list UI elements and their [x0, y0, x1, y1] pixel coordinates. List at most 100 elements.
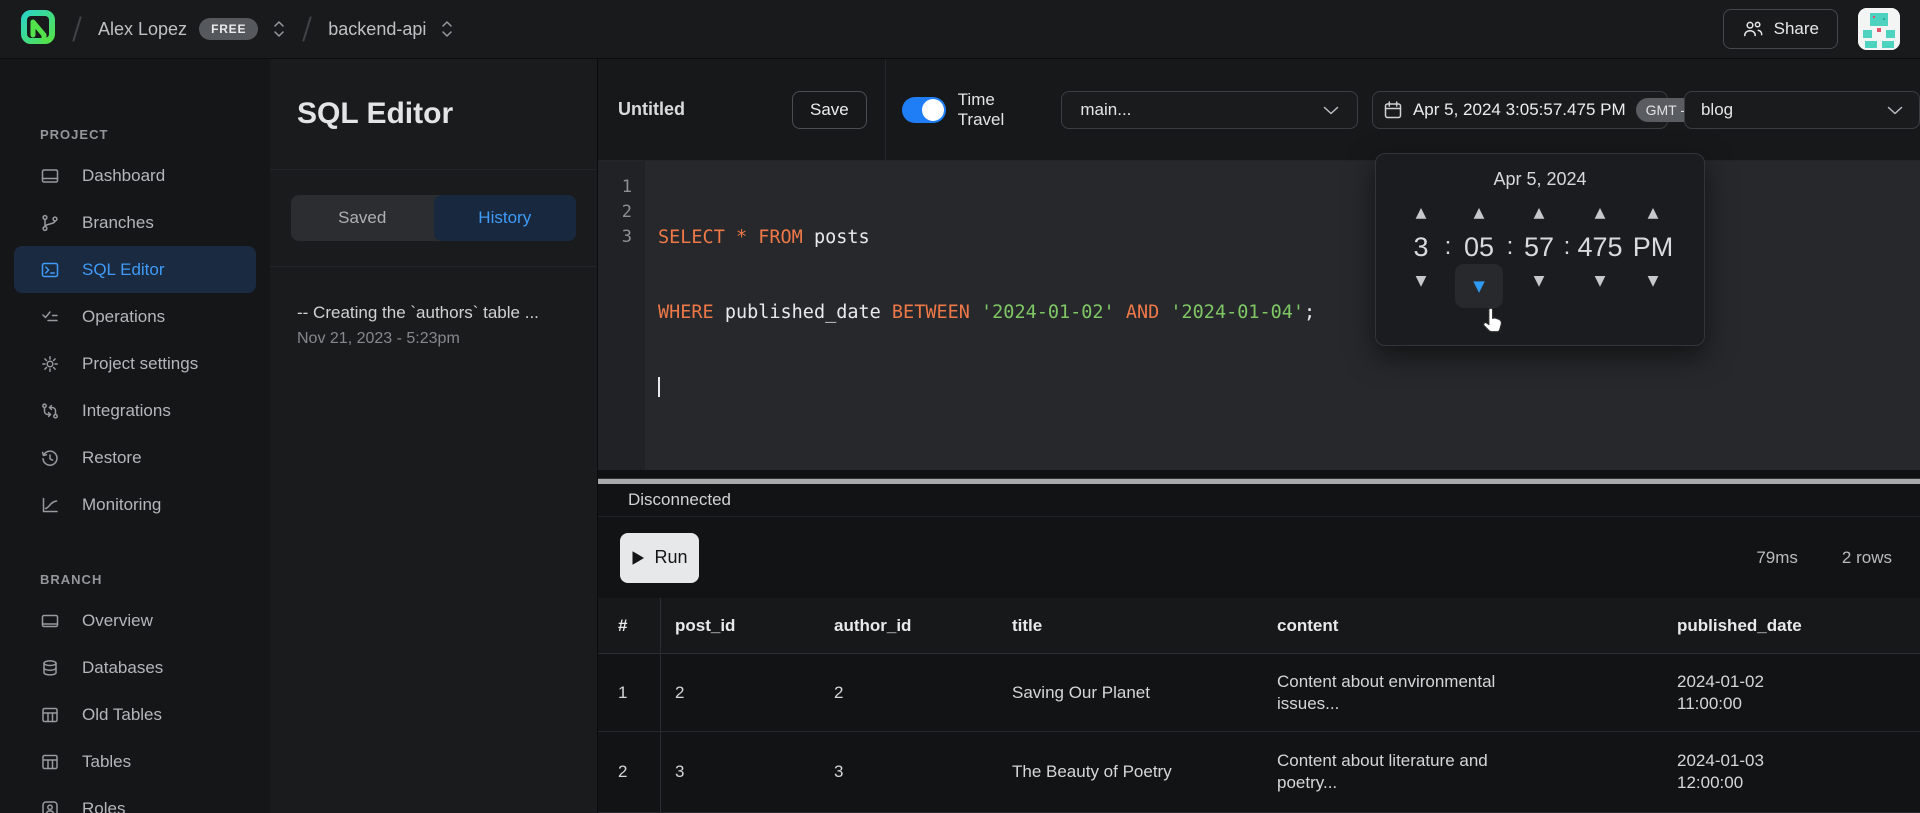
cell-author-id: 2: [820, 683, 998, 703]
chevron-down-icon: [1323, 100, 1339, 120]
breadcrumb-separator: [72, 16, 82, 41]
sql-code-editor[interactable]: 1 2 3 SELECT * FROM posts WHERE publishe…: [598, 161, 1920, 470]
column-header-post-id: post_id: [661, 616, 820, 636]
time-travel-toggle[interactable]: [902, 97, 946, 123]
cell-post-id: 2: [661, 683, 820, 703]
millisecond-value: 475: [1577, 232, 1622, 263]
databases-icon: [40, 658, 60, 678]
sidebar-item-label: Restore: [82, 448, 142, 468]
meridiem-up-button[interactable]: ▲: [1640, 202, 1667, 224]
code-content: SELECT * FROM posts WHERE published_date…: [645, 161, 1315, 470]
breadcrumb-project[interactable]: backend-api: [328, 19, 426, 40]
minute-down-button[interactable]: ▼: [1455, 264, 1503, 308]
sidebar: PROJECT Dashboard Branches SQL Editor Op…: [0, 59, 270, 813]
operations-icon: [40, 307, 60, 327]
breadcrumb-user[interactable]: Alex Lopez: [98, 19, 187, 40]
cell-title: Saving Our Planet: [998, 682, 1263, 704]
second-up-button[interactable]: ▲: [1526, 202, 1553, 224]
sidebar-item-dashboard[interactable]: Dashboard: [14, 152, 256, 199]
tab-saved[interactable]: Saved: [291, 195, 434, 241]
sidebar-item-monitoring[interactable]: Monitoring: [14, 481, 256, 528]
line-number: 2: [598, 200, 645, 225]
sidebar-item-label: Tables: [82, 752, 131, 772]
sidebar-item-overview[interactable]: Overview: [14, 597, 256, 644]
avatar[interactable]: [1858, 8, 1900, 50]
sidebar-item-label: Project settings: [82, 354, 198, 374]
sidebar-item-label: Dashboard: [82, 166, 165, 186]
cell-author-id: 3: [820, 762, 998, 782]
sidebar-item-tables[interactable]: Tables: [14, 738, 256, 785]
branches-icon: [40, 213, 60, 233]
time-separator: :: [1564, 233, 1571, 261]
time-travel-label: Time Travel: [958, 90, 1040, 130]
calendar-icon: [1383, 100, 1403, 120]
cell-post-id: 3: [661, 762, 820, 782]
top-bar: Alex Lopez FREE backend-api Share: [0, 0, 1920, 59]
cell-published-date: 2024-01-02 11:00:00: [1663, 671, 1920, 715]
sidebar-item-restore[interactable]: Restore: [14, 434, 256, 481]
tab-history[interactable]: History: [434, 195, 577, 241]
history-timestamp: Nov 21, 2023 - 5:23pm: [297, 330, 570, 348]
table-row: 1 2 2 Saving Our Planet Content about en…: [598, 654, 1920, 732]
millisecond-up-button[interactable]: ▲: [1587, 202, 1614, 224]
share-button[interactable]: Share: [1723, 9, 1838, 49]
datetime-value: Apr 5, 2024 3:05:57.475 PM: [1413, 100, 1626, 120]
hour-down-button[interactable]: ▼: [1408, 270, 1435, 292]
millisecond-down-button[interactable]: ▼: [1587, 270, 1614, 292]
cell-published-date: 2024-01-03 12:00:00: [1663, 750, 1920, 794]
cell-row-number: 2: [598, 732, 661, 812]
run-button[interactable]: Run: [620, 533, 699, 583]
connection-status-bar: Disconnected: [598, 484, 1920, 517]
query-stats: 79ms 2 rows: [1756, 548, 1892, 568]
sidebar-item-operations[interactable]: Operations: [14, 293, 256, 340]
save-button[interactable]: Save: [792, 91, 867, 129]
minute-value: 05: [1464, 232, 1494, 263]
hour-up-button[interactable]: ▲: [1408, 202, 1435, 224]
share-button-label: Share: [1774, 19, 1819, 39]
chevron-down-icon: [1887, 100, 1903, 120]
monitoring-icon: [40, 495, 60, 515]
meridiem-down-button[interactable]: ▼: [1640, 270, 1667, 292]
sidebar-item-old-tables[interactable]: Old Tables: [14, 691, 256, 738]
database-selector-dropdown[interactable]: blog: [1684, 91, 1920, 129]
editor-bottom-gap: [598, 470, 1920, 478]
branch-selector-value: main...: [1080, 100, 1131, 120]
text-caret: [658, 377, 660, 397]
sidebar-item-label: SQL Editor: [82, 260, 165, 280]
column-header-row-number: #: [598, 598, 661, 653]
branch-selector-dropdown[interactable]: main...: [1061, 91, 1358, 129]
sidebar-section-branch: BRANCH: [0, 572, 270, 597]
run-button-label: Run: [654, 547, 687, 568]
sidebar-item-roles[interactable]: Roles: [14, 785, 256, 813]
neon-logo-icon[interactable]: [20, 9, 56, 49]
line-number: 1: [598, 175, 645, 200]
code-line-2: WHERE published_date BETWEEN '2024-01-02…: [658, 300, 1315, 325]
cell-row-number: 1: [598, 654, 661, 731]
meridiem-value: PM: [1633, 232, 1674, 263]
time-separator: :: [1507, 233, 1514, 261]
minute-up-button[interactable]: ▲: [1466, 202, 1493, 224]
sidebar-item-project-settings[interactable]: Project settings: [14, 340, 256, 387]
toolbar-divider: [885, 59, 886, 161]
sidebar-item-databases[interactable]: Databases: [14, 644, 256, 691]
column-header-content: content: [1263, 616, 1663, 636]
sidebar-item-label: Operations: [82, 307, 165, 327]
breadcrumb-separator: [303, 16, 313, 41]
people-icon: [1742, 19, 1764, 39]
history-query-text: -- Creating the `authors` table ...: [297, 303, 570, 323]
datetime-picker-date: Apr 5, 2024: [1376, 169, 1704, 190]
column-header-published-date: published_date: [1663, 616, 1920, 636]
play-icon: [631, 550, 645, 566]
sidebar-item-branches[interactable]: Branches: [14, 199, 256, 246]
datetime-picker-popup: Apr 5, 2024 ▲ ▲ ▲ ▲ ▲ 3 : 05 : 57 : 475 …: [1375, 153, 1705, 346]
toggle-knob: [922, 99, 944, 121]
gear-icon: [40, 354, 60, 374]
sidebar-item-label: Integrations: [82, 401, 171, 421]
user-switcher-chevrons-icon[interactable]: [272, 19, 286, 39]
sidebar-item-integrations[interactable]: Integrations: [14, 387, 256, 434]
sidebar-item-sql-editor[interactable]: SQL Editor: [14, 246, 256, 293]
second-down-button[interactable]: ▼: [1526, 270, 1553, 292]
datetime-picker-button[interactable]: Apr 5, 2024 3:05:57.475 PM GMT -03:00: [1372, 91, 1668, 129]
history-list-item[interactable]: -- Creating the `authors` table ... Nov …: [270, 267, 597, 348]
project-switcher-chevrons-icon[interactable]: [440, 19, 454, 39]
